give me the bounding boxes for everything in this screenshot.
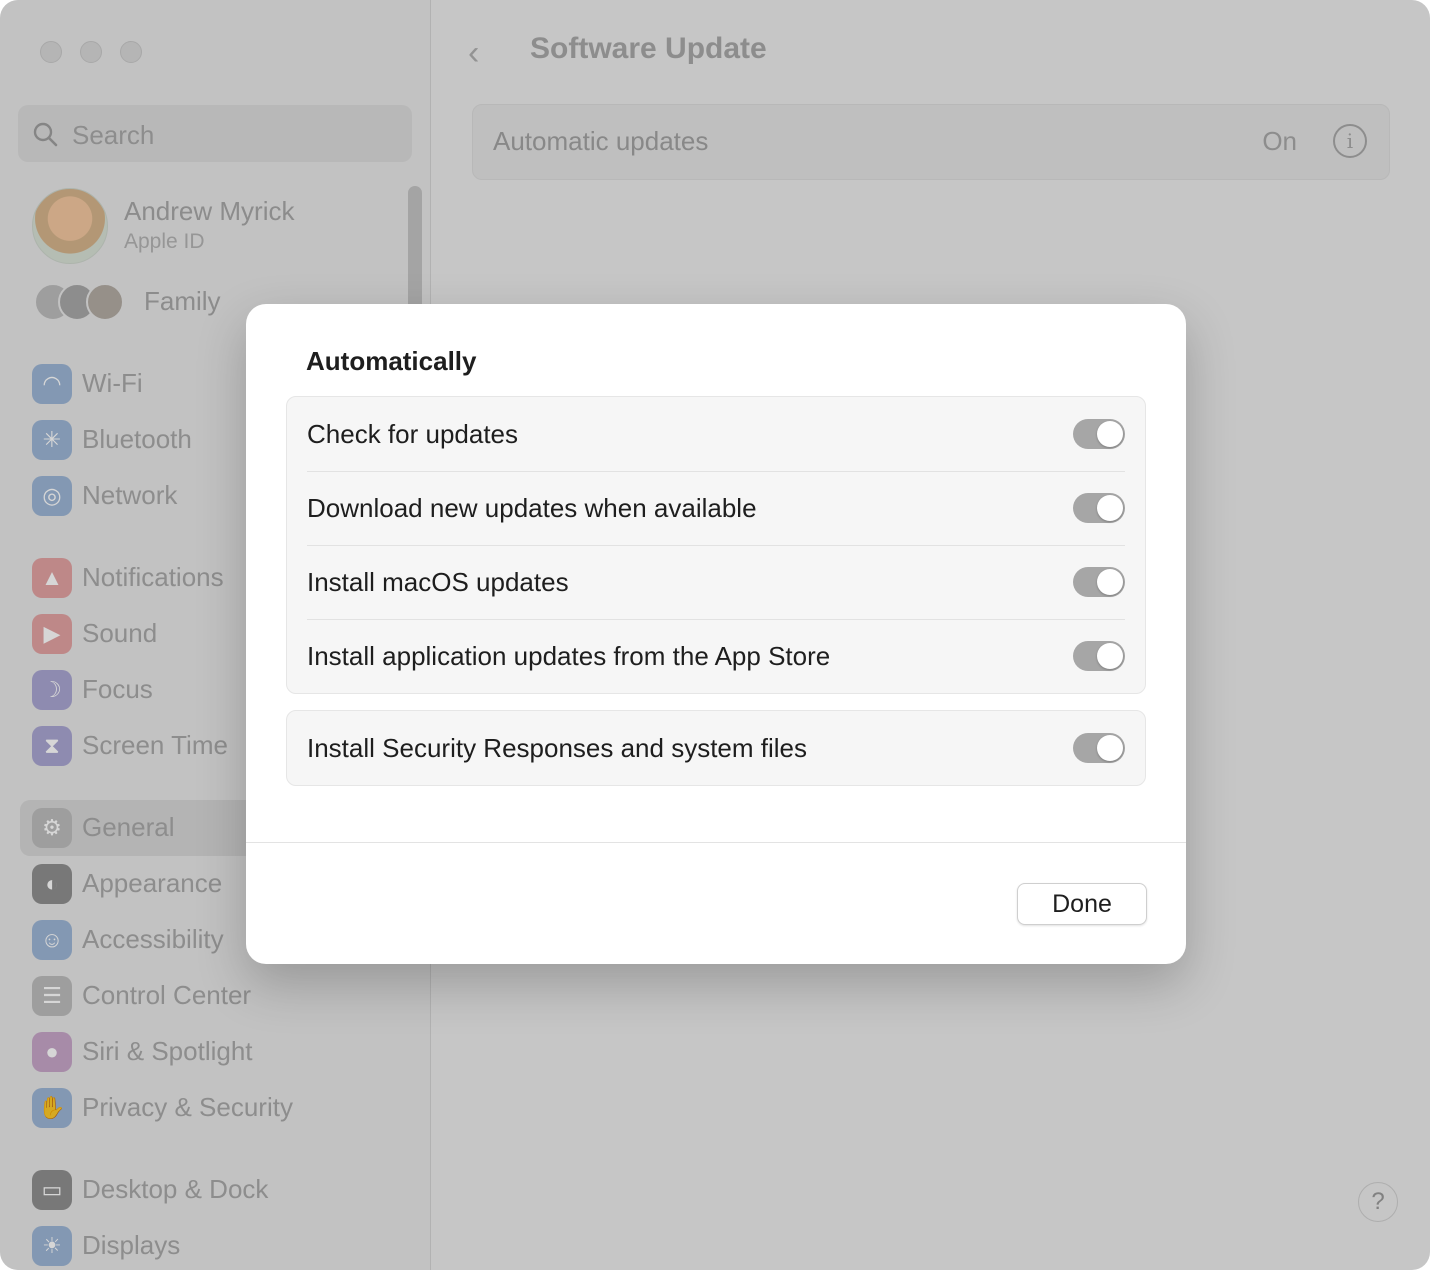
check-for-updates-toggle[interactable] (1073, 419, 1125, 449)
security-responses-row: Install Security Responses and system fi… (287, 711, 1145, 785)
download-updates-toggle[interactable] (1073, 493, 1125, 523)
toggle-knob (1097, 643, 1123, 669)
sheet-title: Automatically (306, 346, 477, 376)
check-for-updates-row: Check for updates (287, 397, 1145, 471)
row-label: Download new updates when available (307, 493, 757, 523)
install-app-updates-toggle[interactable] (1073, 641, 1125, 671)
sheet-divider (246, 842, 1186, 843)
security-responses-toggle[interactable] (1073, 733, 1125, 763)
settings-group: Install Security Responses and system fi… (286, 710, 1146, 786)
settings-group: Check for updates Download new updates w… (286, 396, 1146, 694)
install-app-updates-row: Install application updates from the App… (287, 619, 1145, 693)
install-macos-updates-toggle[interactable] (1073, 567, 1125, 597)
download-updates-row: Download new updates when available (287, 471, 1145, 545)
row-label: Install application updates from the App… (307, 641, 831, 671)
settings-window: Search Andrew Myrick Apple ID Family ◠ Wi… (0, 0, 1430, 1270)
toggle-knob (1097, 421, 1123, 447)
done-button[interactable]: Done (1017, 883, 1147, 925)
toggle-knob (1097, 735, 1123, 761)
row-label: Install Security Responses and system fi… (307, 733, 807, 763)
toggle-knob (1097, 495, 1123, 521)
automatic-updates-sheet: Automatically Check for updates Download… (246, 304, 1186, 964)
row-label: Check for updates (307, 419, 519, 449)
row-label: Install macOS updates (307, 567, 569, 597)
install-macos-updates-row: Install macOS updates (287, 545, 1145, 619)
toggle-knob (1097, 569, 1123, 595)
